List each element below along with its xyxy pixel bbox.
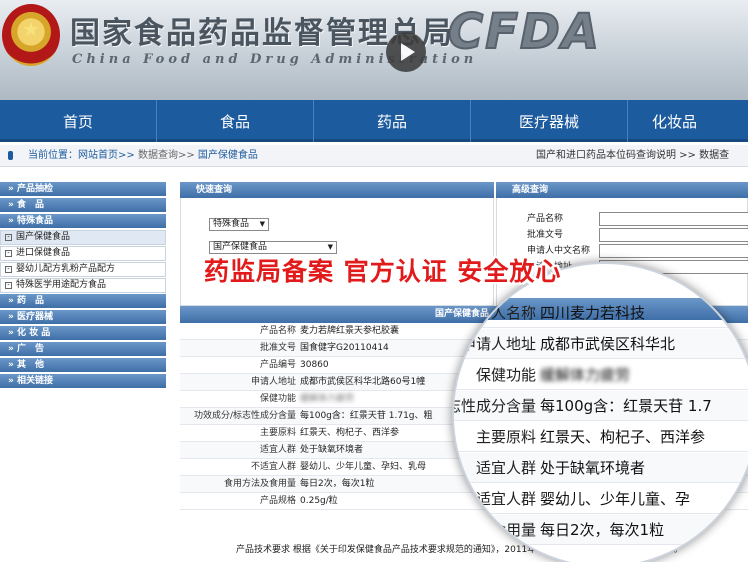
breadcrumb: 当前位置：网站首页>> 数据查询>> 国产保健食品	[28, 145, 258, 167]
sidebar-category[interactable]: » 广 告	[0, 342, 166, 356]
sidebar-category[interactable]: » 其 他	[0, 358, 166, 372]
sidebar-item[interactable]: - 特殊医学用途配方食品	[0, 278, 166, 293]
expand-box-icon: -	[5, 250, 12, 257]
row-value: 每日2次，每次1粒	[300, 479, 375, 489]
row-value: 国食健字G20110414	[300, 343, 389, 353]
row-value: 0.25g/粒	[300, 496, 338, 506]
sidebar-item-label: 婴幼儿配方乳粉产品配方	[16, 264, 116, 274]
breadcrumb-home-link[interactable]: 网站首页>>	[78, 150, 135, 161]
magnified-label: 保健功能	[475, 366, 536, 384]
sidebar-category[interactable]: » 药 品	[0, 294, 166, 308]
sidebar-category[interactable]: » 医疗器械	[0, 310, 166, 324]
magnified-label: 主要原料	[475, 428, 536, 446]
magnified-row: 适宜人群 处于缺氧环境者	[454, 453, 748, 483]
sidebar-category[interactable]: » 相关链接	[0, 374, 166, 388]
row-value: 麦力若牌红景天参杞胶囊	[300, 326, 400, 336]
magnified-value: 缓解体力疲劳	[540, 366, 631, 384]
magnified-row: 标志性成分含量每100g含：红景天苷 1.7	[454, 391, 748, 421]
advanced-field-label: 产品名称	[527, 214, 564, 224]
drug-code-help-link[interactable]: 国产和进口药品本位码查询说明 >> 数据查	[536, 145, 729, 167]
category-select[interactable]: 特殊食品 ▼	[209, 218, 269, 231]
sidebar-item-label: 特殊医学用途配方食品	[16, 280, 107, 290]
row-label: 功效成分/标志性成分含量	[193, 411, 296, 421]
magnified-row: 申请人地址 成都市武侯区科华北	[454, 329, 748, 359]
magnified-label: 适宜人群	[475, 459, 536, 477]
breadcrumb-label: 当前位置：	[28, 150, 78, 161]
sidebar-category[interactable]: » 化 妆 品	[0, 326, 166, 340]
row-label: 产品编号	[259, 360, 296, 370]
row-value: 处于缺氧环境者	[300, 445, 364, 455]
nav-item-5[interactable]: 化妆品	[628, 100, 748, 142]
row-label: 主要原料	[259, 428, 296, 438]
row-label: 批准文号	[259, 343, 296, 353]
nav-item-4[interactable]: 医疗器械	[471, 100, 628, 142]
row-value: 婴幼儿、少年儿童、孕妇、乳母	[300, 462, 427, 472]
nav-item-2[interactable]: 食品	[157, 100, 314, 142]
sidebar-item[interactable]: - 国产保健食品	[0, 230, 166, 245]
magnified-row: 不适宜人群 婴幼儿、少年儿童、孕	[454, 484, 748, 514]
row-label: 保健功能	[259, 394, 296, 404]
sidebar-item[interactable]: - 进口保健食品	[0, 246, 166, 261]
magnified-value: 每日2次，每次1粒	[540, 521, 665, 539]
magnified-value: 四川麦力若科技	[540, 304, 646, 322]
expand-box-icon: -	[5, 266, 12, 273]
magnified-label: 标志性成分含量	[454, 397, 536, 415]
sidebar-category[interactable]: » 特殊食品	[0, 214, 166, 228]
advanced-field-input[interactable]	[599, 212, 748, 226]
quick-query-header: 快速查询	[180, 182, 494, 198]
magnified-row: 保健功能 缓解体力疲劳	[454, 360, 748, 390]
magnified-label: 申请人名称	[460, 304, 536, 322]
nav-item-3[interactable]: 药品	[314, 100, 471, 142]
magnified-label: 不适宜人群	[460, 490, 536, 508]
magnified-value: 成都市武侯区科华北	[540, 335, 676, 353]
sidebar-category[interactable]: » 食 品	[0, 198, 166, 212]
breadcrumb-current: 国产保健食品	[197, 150, 258, 161]
row-value: 缓解体力疲劳	[300, 394, 355, 404]
main-nav: 首页 食品 药品 医疗器械 化妆品	[0, 100, 748, 142]
magnified-value: 红景天、枸杞子、西洋参	[540, 428, 706, 446]
sidebar: » 产品抽检» 食 品» 特殊食品 - 国产保健食品 - 进口保健食品 - 婴幼儿配方乳粉产…	[0, 182, 166, 390]
play-icon[interactable]	[386, 32, 426, 72]
magnified-row: 食用量 每日2次，每次1粒	[454, 515, 748, 545]
magnified-value: 处于缺氧环境者	[540, 459, 646, 477]
magnified-value: 每100g含：红景天苷 1.7	[540, 397, 712, 415]
row-label: 适宜人群	[259, 445, 296, 455]
row-value: 红景天、枸杞子、西洋参	[300, 428, 400, 438]
magnified-label: 申请人地址	[460, 335, 536, 353]
expand-box-icon: -	[5, 282, 12, 289]
magnified-label: 食用量	[490, 521, 536, 539]
row-value: 30860	[300, 360, 329, 370]
page: ★ 国家食品药品监督管理总局 China Food and Drug Admin…	[0, 0, 748, 562]
sidebar-item-label: 国产保健食品	[16, 232, 71, 242]
row-value: 每100g含：红景天苷 1.71g、粗	[300, 411, 433, 421]
sidebar-category[interactable]: » 产品抽检	[0, 182, 166, 196]
row-label: 不适宜人群	[250, 462, 296, 472]
magnified-row: 申请人名称 四川麦力若科技	[454, 298, 748, 328]
site-header-banner: ★ 国家食品药品监督管理总局 China Food and Drug Admin…	[0, 0, 748, 100]
row-label: 产品规格	[259, 496, 296, 506]
row-label: 申请人地址	[250, 377, 296, 387]
expand-box-icon: -	[5, 234, 12, 241]
advanced-query-header: 高级查询	[496, 182, 748, 198]
magnifier-zoom: 申请人名称四川麦力若科技申请人地址成都市武侯区科华北保健功能缓解体力疲劳标志性成…	[452, 262, 748, 562]
national-emblem-icon: ★	[2, 4, 60, 66]
location-pin-icon	[8, 151, 13, 160]
promo-banner-text: 药监局备案 官方认证 安全放心	[204, 257, 562, 286]
advanced-field-label: 批准文号	[527, 230, 564, 240]
magnified-row: 主要原料 红景天、枸杞子、西洋参	[454, 422, 748, 452]
nav-item-1[interactable]: 首页	[0, 100, 157, 142]
magnified-value: 婴幼儿、少年儿童、孕	[540, 490, 691, 508]
advanced-field-input[interactable]	[599, 228, 748, 242]
row-label: 产品名称	[259, 326, 296, 336]
row-label: 食用方法及食用量	[223, 479, 296, 489]
chevron-down-icon: ▼	[259, 220, 265, 228]
cfda-logo: CFDA	[447, 3, 602, 61]
sidebar-item[interactable]: - 婴幼儿配方乳粉产品配方	[0, 262, 166, 277]
sidebar-item-label: 进口保健食品	[16, 248, 71, 258]
breadcrumb-data-query-link[interactable]: 数据查询>>	[138, 150, 195, 161]
row-value: 成都市武侯区科华北路60号1幢	[300, 377, 426, 387]
breadcrumb-bar: 当前位置：网站首页>> 数据查询>> 国产保健食品 国产和进口药品本位码查询说明…	[0, 145, 748, 167]
